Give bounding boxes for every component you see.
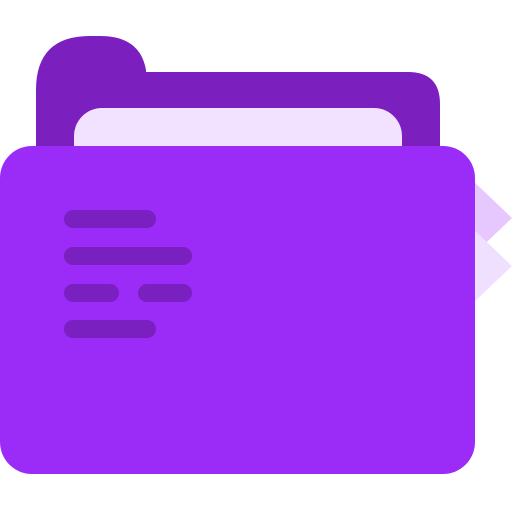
text-line-2 <box>64 247 192 265</box>
text-line-3b <box>138 284 192 302</box>
text-line-1 <box>64 210 156 228</box>
text-line-3a <box>64 284 119 302</box>
folder-front-panel <box>0 146 475 474</box>
text-line-4 <box>64 320 156 338</box>
folder-icon <box>0 36 512 474</box>
folder-icon-canvas <box>0 0 512 512</box>
